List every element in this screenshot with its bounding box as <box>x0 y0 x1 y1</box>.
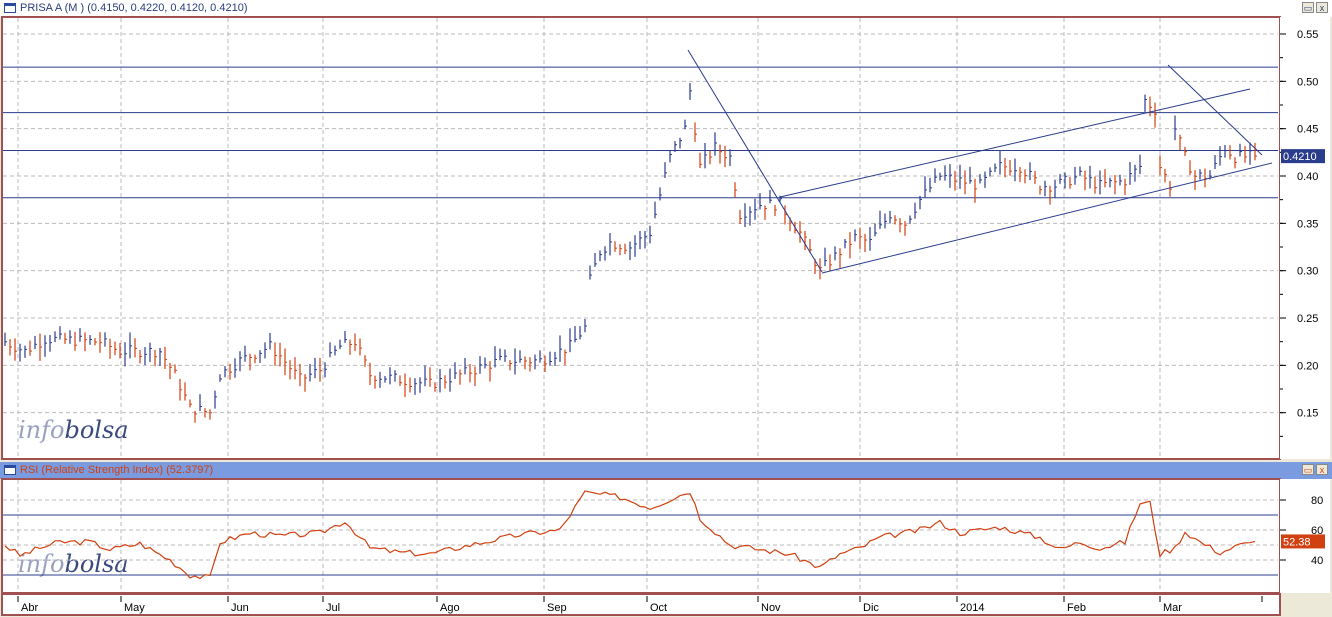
y-tick-label: 0.25 <box>1297 313 1318 325</box>
infobolsa-watermark: infobolsa <box>18 550 129 578</box>
x-tick-label: Dic <box>863 602 879 614</box>
x-tick-label: Abr <box>21 602 38 614</box>
chart-canvas[interactable]: Abr May Jun Jul Ago Sep Oct Nov Dic 2014 Feb Mar 0.5… <box>0 0 1332 617</box>
y-tick-label: 0.45 <box>1297 124 1318 136</box>
x-tick-label: May <box>124 602 145 614</box>
x-tick-label: Ago <box>440 602 460 614</box>
x-tick-label: Oct <box>650 602 667 614</box>
y-tick-label: 0.15 <box>1297 408 1318 420</box>
y-tick-label: 0.30 <box>1297 266 1318 278</box>
x-tick-label: Jul <box>326 602 340 614</box>
x-tick-label: Mar <box>1163 602 1182 614</box>
y-tick-label: 0.20 <box>1297 360 1318 372</box>
x-tick-label: 2014 <box>960 602 984 614</box>
rsi-tick-label: 40 <box>1311 555 1323 567</box>
x-tick-label: Jun <box>231 602 249 614</box>
last-price-label: 0.4210 <box>1283 151 1317 163</box>
y-tick-label: 0.35 <box>1297 218 1318 230</box>
last-rsi-label: 52.38 <box>1283 536 1311 548</box>
y-tick-label: 0.50 <box>1297 76 1318 88</box>
x-tick-label: Feb <box>1067 602 1086 614</box>
date-axis <box>1 593 1281 616</box>
x-tick-label: Nov <box>761 602 781 614</box>
infobolsa-watermark: infobolsa <box>18 416 129 444</box>
y-tick-label: 0.40 <box>1297 171 1318 183</box>
x-tick-label: Sep <box>547 602 567 614</box>
y-tick-label: 0.55 <box>1297 29 1318 41</box>
rsi-tick-label: 80 <box>1311 495 1323 507</box>
